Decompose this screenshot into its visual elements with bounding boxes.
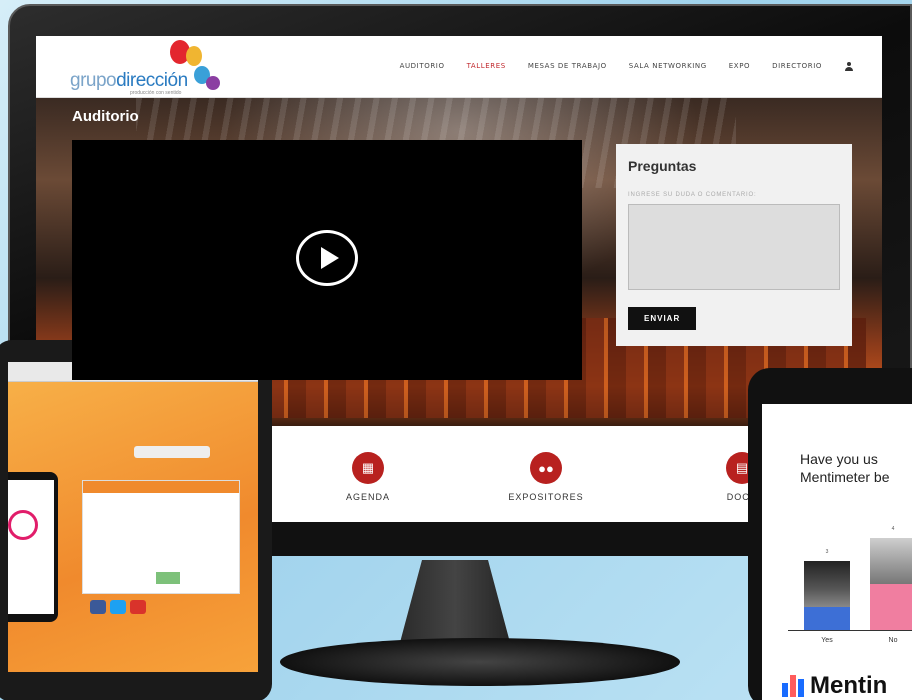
mentimeter-logo-icon xyxy=(782,675,804,697)
phone-device: Have you us Mentimeter be 3 Yes 4 No Men… xyxy=(748,368,912,700)
monitor-stand xyxy=(398,560,512,650)
site-header: grupodirección producción con sentido AU… xyxy=(36,36,882,98)
video-player[interactable] xyxy=(72,140,582,380)
tablet-device xyxy=(0,340,272,700)
tablet-inner-phone xyxy=(8,472,58,622)
questions-field-label: INGRESE SU DUDA O COMENTARIO: xyxy=(628,192,757,198)
poll-chart: 3 Yes 4 No xyxy=(788,526,912,654)
logo-tagline: producción con sentido xyxy=(130,90,182,96)
feature-label: AGENDA xyxy=(345,492,390,502)
tablet-header-pill xyxy=(134,446,210,458)
main-nav: AUDITORIO TALLERES MESAS DE TRABAJO SALA… xyxy=(400,62,854,72)
monitor-base xyxy=(280,638,680,686)
purple-balloon-icon xyxy=(206,76,220,90)
bar-count: 4 xyxy=(891,526,895,532)
page-title: Auditorio xyxy=(72,108,139,125)
phone-screen: Have you us Mentimeter be 3 Yes 4 No Men… xyxy=(762,404,912,700)
poll-question: Have you us Mentimeter be xyxy=(800,451,890,485)
site-logo[interactable]: grupodirección producción con sentido xyxy=(70,40,240,96)
play-icon[interactable] xyxy=(296,230,358,286)
yellow-balloon-icon xyxy=(186,46,202,66)
poll-image-no xyxy=(870,538,912,584)
facebook-icon[interactable] xyxy=(90,600,106,614)
questions-title: Preguntas xyxy=(628,158,697,174)
brand-name: Mentin xyxy=(810,672,888,699)
youtube-icon[interactable] xyxy=(130,600,146,614)
poll-bar-yes: 3 Yes xyxy=(804,549,850,644)
nav-talleres[interactable]: TALLERES xyxy=(467,62,506,72)
nav-expo[interactable]: EXPO xyxy=(729,62,750,72)
nav-auditorio[interactable]: AUDITORIO xyxy=(400,62,445,72)
bar-label: Yes xyxy=(821,637,833,644)
pink-badge-icon xyxy=(8,510,38,540)
feature-agenda[interactable]: ▦ AGENDA xyxy=(298,452,438,502)
mentimeter-logo: Mentin xyxy=(782,672,887,700)
nav-sala-networking[interactable]: SALA NETWORKING xyxy=(629,62,707,72)
social-links xyxy=(90,600,146,614)
poll-bar-no: 4 No xyxy=(870,526,912,644)
feature-label: EXPOSITORES xyxy=(508,492,584,502)
nav-mesas-de-trabajo[interactable]: MESAS DE TRABAJO xyxy=(528,62,607,72)
poll-image-yes xyxy=(804,561,850,607)
feature-expositores[interactable]: ●● EXPOSITORES xyxy=(476,452,616,502)
twitter-icon[interactable] xyxy=(110,600,126,614)
calendar-icon[interactable]: ▦ xyxy=(352,452,384,484)
tablet-submit-button[interactable] xyxy=(156,572,180,584)
tablet-screen xyxy=(8,362,258,672)
question-input[interactable] xyxy=(628,204,840,290)
people-icon[interactable]: ●● xyxy=(530,452,562,484)
bar-count: 3 xyxy=(825,549,829,555)
chart-axis xyxy=(788,630,912,631)
logo-wordmark: grupodirección xyxy=(70,70,188,91)
nav-directorio[interactable]: DIRECTORIO xyxy=(772,62,822,72)
user-icon[interactable] xyxy=(844,62,854,72)
bar-label: No xyxy=(888,637,898,644)
questions-panel: Preguntas INGRESE SU DUDA O COMENTARIO: … xyxy=(616,144,852,346)
send-button[interactable]: ENVIAR xyxy=(628,307,697,330)
